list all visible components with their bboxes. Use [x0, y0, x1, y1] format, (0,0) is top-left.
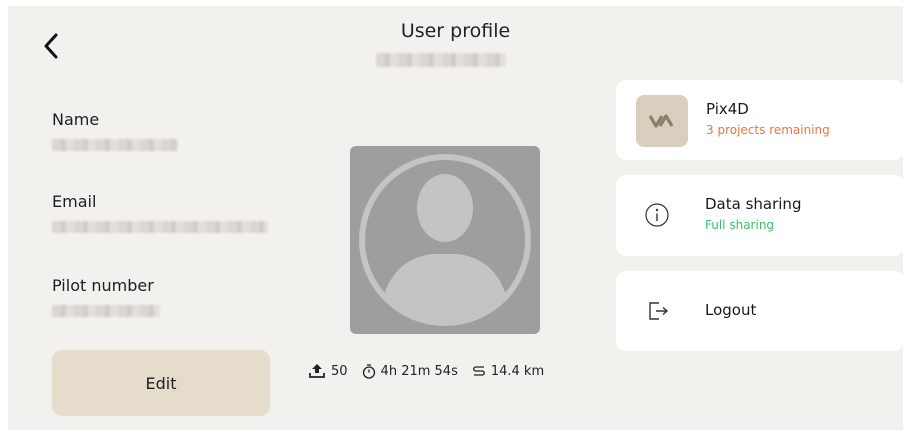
page-title: User profile [400, 20, 511, 42]
name-label: Name [52, 110, 100, 129]
pilot-number-field: Pilot number [52, 276, 160, 317]
redacted-pilot-number-value [52, 305, 160, 317]
avatar[interactable] [350, 146, 540, 334]
flight-time-value: 4h 21m 54s [380, 363, 458, 379]
redacted-email-value [52, 221, 268, 233]
uploads-count: 50 [331, 363, 348, 379]
distance-value: 14.4 km [490, 363, 545, 379]
data-sharing-status: Full sharing [705, 218, 775, 232]
distance-icon [472, 366, 485, 376]
uploads-stat: 50 [308, 363, 348, 379]
logout-label: Logout [705, 301, 757, 319]
logout-icon [649, 302, 669, 320]
upload-icon [309, 364, 325, 378]
user-profile-screen: User profile Name Email Pilot number Edi… [8, 6, 904, 430]
pix4d-card-text: Pix4D 3 projects remaining [706, 100, 830, 137]
logout-card[interactable]: Logout [616, 271, 904, 351]
pix4d-title: Pix4D [706, 100, 749, 118]
distance-stat: 14.4 km [472, 364, 544, 379]
data-sharing-title: Data sharing [705, 195, 802, 213]
info-icon [645, 203, 669, 227]
edit-button[interactable]: Edit [52, 350, 270, 416]
stopwatch-icon [362, 363, 375, 379]
pix4d-logo-icon [636, 95, 688, 147]
redacted-subtitle [376, 53, 506, 67]
flight-time-stat: 4h 21m 54s [362, 364, 458, 379]
pix4d-projects-remaining: 3 projects remaining [706, 123, 830, 137]
flight-stats: 50 4h 21m 54s 14.4 km [308, 363, 544, 379]
edit-button-label: Edit [145, 373, 177, 393]
pilot-number-label: Pilot number [52, 276, 154, 295]
name-field: Name [52, 110, 178, 151]
email-label: Email [52, 192, 97, 211]
email-field: Email [52, 192, 268, 233]
redacted-name-value [52, 139, 178, 151]
pix4d-card[interactable]: Pix4D 3 projects remaining [616, 80, 904, 160]
data-sharing-card[interactable]: Data sharing Full sharing [616, 175, 904, 256]
data-sharing-card-text: Data sharing Full sharing [705, 195, 801, 232]
user-silhouette-icon [359, 154, 531, 326]
